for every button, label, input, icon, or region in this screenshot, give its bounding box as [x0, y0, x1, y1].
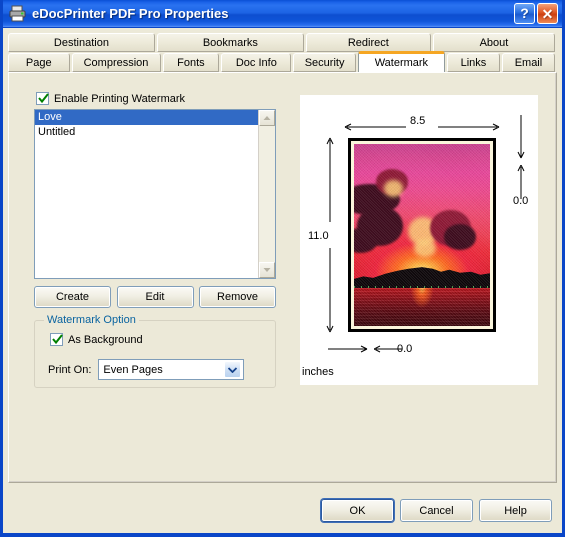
- dither-grain: [354, 144, 490, 326]
- checkbox-box: [36, 92, 49, 105]
- checkbox-box: [50, 333, 63, 346]
- tab-security[interactable]: Security: [293, 53, 356, 72]
- tab-label: Security: [304, 56, 345, 69]
- watermark-list-scrollbar[interactable]: [258, 110, 275, 278]
- cancel-button[interactable]: Cancel: [400, 499, 473, 522]
- units-label: inches: [302, 366, 334, 378]
- tab-label: Fonts: [177, 56, 205, 69]
- remove-button[interactable]: Remove: [199, 286, 276, 308]
- close-button[interactable]: ✕: [537, 3, 558, 24]
- help-button[interactable]: ?: [514, 3, 535, 24]
- tab-about[interactable]: About: [432, 33, 555, 52]
- list-item[interactable]: Untitled: [35, 125, 258, 140]
- tab-label: Redirect: [347, 36, 389, 49]
- tab-watermark[interactable]: Watermark: [357, 51, 445, 72]
- scroll-down-icon[interactable]: [259, 262, 275, 278]
- watermark-list[interactable]: Love Untitled: [34, 109, 276, 279]
- tab-strip: Destination Bookmarks Redirect About Pag…: [8, 33, 557, 72]
- window-title: eDocPrinter PDF Pro Properties: [32, 6, 229, 21]
- window-controls: ? ✕: [514, 3, 558, 24]
- help-glyph: ?: [520, 5, 529, 21]
- tab-bookmarks[interactable]: Bookmarks: [156, 33, 304, 52]
- ok-button[interactable]: OK: [321, 499, 394, 522]
- tab-redirect[interactable]: Redirect: [305, 33, 431, 52]
- printer-icon: [9, 5, 27, 22]
- print-on-label: Print On:: [48, 363, 92, 376]
- watermark-option-group: Watermark Option As Background Print On:…: [34, 314, 276, 388]
- print-on-select[interactable]: Even Pages: [98, 359, 245, 380]
- tab-fonts[interactable]: Fonts: [162, 53, 220, 72]
- as-background-label: As Background: [68, 333, 143, 346]
- width-label: 8.5: [410, 115, 426, 127]
- properties-dialog: eDocPrinter PDF Pro Properties ? ✕ Desti…: [0, 0, 565, 537]
- tab-compression[interactable]: Compression: [71, 53, 161, 72]
- top-offset-arrow-up: [517, 165, 525, 199]
- top-offset-label: 0.0: [513, 195, 529, 207]
- height-label: 11.0: [308, 230, 329, 242]
- tab-row-1: Destination Bookmarks Redirect About: [8, 33, 557, 52]
- tab-label: Watermark: [374, 57, 429, 69]
- help-button-footer[interactable]: Help: [479, 499, 552, 522]
- tab-row-2: Page Compression Fonts Doc Info Security…: [8, 51, 557, 72]
- tab-label: About: [479, 36, 509, 49]
- watermark-image: [354, 144, 490, 326]
- tab-page[interactable]: Page: [8, 53, 70, 72]
- enable-printing-watermark-label: Enable Printing Watermark: [54, 92, 186, 105]
- create-button[interactable]: Create: [34, 286, 111, 308]
- watermark-option-legend: Watermark Option: [44, 314, 139, 326]
- paper-preview: [348, 138, 496, 332]
- as-background-checkbox[interactable]: As Background: [50, 333, 143, 346]
- tab-email[interactable]: Email: [501, 53, 555, 72]
- left-offset-arrow-right: [328, 345, 368, 353]
- watermark-action-buttons: Create Edit Remove: [34, 286, 276, 308]
- print-on-value: Even Pages: [103, 363, 163, 376]
- tab-label: Email: [514, 56, 543, 69]
- page-preview: 8.5 11.0 0.0 0.0 inches: [300, 95, 538, 385]
- tab-label: Doc Info: [235, 56, 277, 69]
- scroll-up-icon[interactable]: [259, 110, 275, 126]
- print-on-row: Print On: Even Pages: [48, 359, 245, 380]
- close-icon: ✕: [541, 5, 554, 22]
- tab-label: Compression: [83, 56, 149, 69]
- title-bar: eDocPrinter PDF Pro Properties ? ✕: [3, 0, 562, 28]
- chevron-down-icon[interactable]: [224, 361, 242, 378]
- tab-doc-info[interactable]: Doc Info: [221, 53, 292, 72]
- left-offset-label: 0.0: [397, 343, 413, 355]
- top-offset-arrow-down: [517, 115, 525, 159]
- tab-label: Page: [25, 56, 52, 69]
- watermark-list-items: Love Untitled: [35, 110, 258, 278]
- edit-button[interactable]: Edit: [116, 286, 194, 308]
- tab-links[interactable]: Links: [446, 53, 500, 72]
- tab-label: Destination: [53, 36, 109, 49]
- tab-label: Links: [460, 56, 487, 69]
- tab-label: Bookmarks: [202, 36, 258, 49]
- dialog-footer-buttons: OK Cancel Help: [321, 499, 552, 522]
- tab-destination[interactable]: Destination: [8, 33, 155, 52]
- list-item[interactable]: Love: [35, 110, 258, 125]
- enable-printing-watermark-checkbox[interactable]: Enable Printing Watermark: [36, 92, 185, 105]
